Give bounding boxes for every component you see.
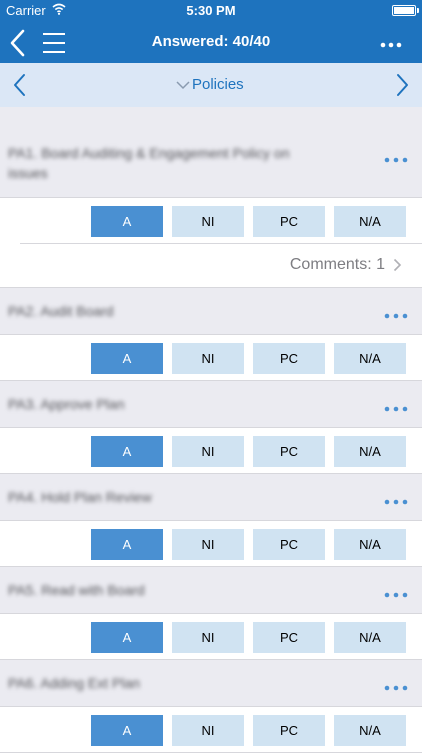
answer-ni-button[interactable]: NI: [172, 436, 244, 467]
more-horizontal-icon[interactable]: [384, 313, 408, 319]
section-selector: Policies: [0, 63, 422, 107]
answer-row: A NI PC N/A: [0, 335, 422, 381]
answer-pc-button[interactable]: PC: [253, 206, 325, 237]
question-text-line: PA1. Board Auditing & Engagement Policy …: [8, 145, 290, 161]
answer-ni-button[interactable]: NI: [172, 715, 244, 746]
question-text: PA1. Board Auditing & Engagement Policy …: [8, 143, 289, 183]
answer-row: A NI PC N/A: [0, 521, 422, 567]
question-row[interactable]: PA3. Approve Plan: [0, 381, 422, 428]
answer-a-button[interactable]: A: [91, 715, 163, 746]
answer-a-button[interactable]: A: [91, 436, 163, 467]
question-text: PA5. Read with Board: [8, 582, 145, 598]
more-horizontal-icon[interactable]: [384, 499, 408, 505]
question-row[interactable]: PA5. Read with Board: [0, 567, 422, 614]
clock: 5:30 PM: [186, 3, 236, 18]
nav-bar: Answered: 40/40: [0, 22, 422, 63]
question-row[interactable]: PA1. Board Auditing & Engagement Policy …: [0, 129, 422, 198]
question-text: PA2. Audit Board: [8, 303, 114, 319]
answer-ni-button[interactable]: NI: [172, 343, 244, 374]
section-dropdown[interactable]: Policies: [176, 76, 244, 93]
page-title: Answered: 40/40: [151, 33, 271, 50]
divider: [20, 243, 422, 244]
answer-a-button[interactable]: A: [91, 529, 163, 560]
question-text-line: issues: [8, 165, 48, 181]
answer-a-button[interactable]: A: [91, 343, 163, 374]
question-row[interactable]: PA6. Adding Ext Plan: [0, 660, 422, 707]
question-text: PA6. Adding Ext Plan: [8, 675, 141, 691]
chevron-left-icon[interactable]: [12, 73, 28, 97]
answer-na-button[interactable]: N/A: [334, 436, 406, 467]
answer-row: A NI PC N/A Comments: 1: [0, 198, 422, 288]
more-horizontal-icon[interactable]: [384, 406, 408, 412]
comments-label: Comments: 1: [289, 256, 385, 273]
more-horizontal-icon[interactable]: [380, 42, 402, 48]
chevron-down-icon: [176, 80, 190, 89]
question-row[interactable]: PA2. Audit Board: [0, 288, 422, 335]
battery-icon: [392, 5, 419, 16]
answer-ni-button[interactable]: NI: [172, 206, 244, 237]
question-row[interactable]: PA4. Hold Plan Review: [0, 474, 422, 521]
answer-pc-button[interactable]: PC: [253, 343, 325, 374]
question-text: PA3. Approve Plan: [8, 396, 125, 412]
question-text: PA4. Hold Plan Review: [8, 489, 152, 505]
answer-pc-button[interactable]: PC: [253, 622, 325, 653]
answer-na-button[interactable]: N/A: [334, 206, 406, 237]
answer-row: A NI PC N/A: [0, 428, 422, 474]
more-horizontal-icon[interactable]: [384, 157, 408, 163]
status-bar: Carrier 5:30 PM: [0, 0, 422, 22]
answer-na-button[interactable]: N/A: [334, 622, 406, 653]
answer-pc-button[interactable]: PC: [253, 529, 325, 560]
answer-na-button[interactable]: N/A: [334, 343, 406, 374]
answer-pc-button[interactable]: PC: [253, 436, 325, 467]
more-horizontal-icon[interactable]: [384, 592, 408, 598]
answer-ni-button[interactable]: NI: [172, 529, 244, 560]
answer-pc-button[interactable]: PC: [253, 715, 325, 746]
answer-row: A NI PC N/A: [0, 614, 422, 660]
more-horizontal-icon[interactable]: [384, 685, 408, 691]
comments-link[interactable]: Comments: 1: [290, 256, 402, 274]
chevron-right-icon[interactable]: [394, 73, 410, 97]
answer-a-button[interactable]: A: [91, 622, 163, 653]
answer-ni-button[interactable]: NI: [172, 622, 244, 653]
disclosure-chevron-icon: [393, 258, 402, 272]
question-list: PA1. Board Auditing & Engagement Policy …: [0, 107, 422, 753]
list-top-spacer: [0, 107, 422, 129]
answer-na-button[interactable]: N/A: [334, 529, 406, 560]
answer-row: A NI PC N/A: [0, 707, 422, 753]
section-title: Policies: [192, 76, 244, 93]
answer-a-button[interactable]: A: [91, 206, 163, 237]
answer-na-button[interactable]: N/A: [334, 715, 406, 746]
